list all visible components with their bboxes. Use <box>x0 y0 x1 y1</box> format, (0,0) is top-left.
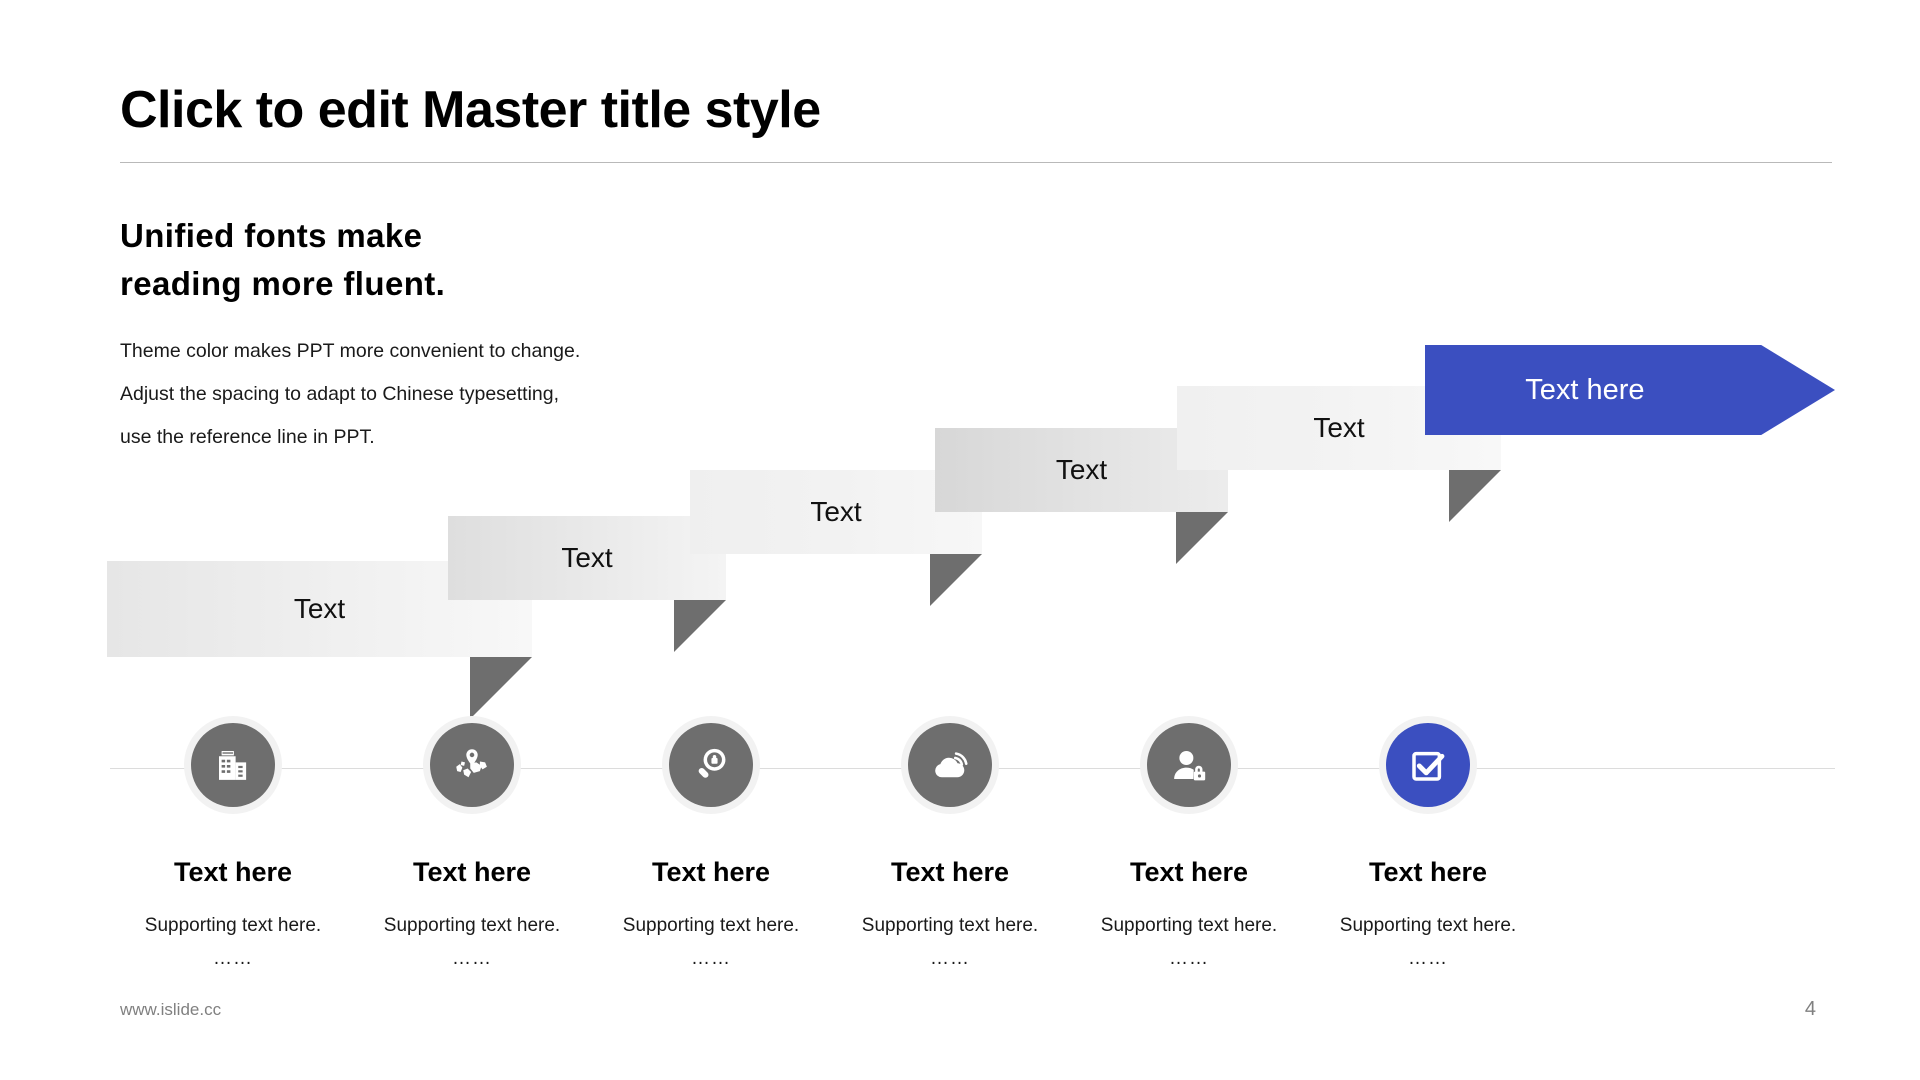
ribbon-fold <box>1176 512 1228 564</box>
ribbon-fold <box>674 600 726 652</box>
ribbon-label: Text <box>561 542 613 573</box>
ribbon-label: Text here <box>1525 373 1645 406</box>
lead-heading: Unified fonts make reading more fluent. <box>120 212 445 308</box>
body-copy-line-3: use the reference line in PPT. <box>120 426 375 448</box>
body-copy-line-2: Adjust the spacing to adapt to Chinese t… <box>120 383 560 405</box>
step-icon-circle[interactable] <box>669 723 753 807</box>
step-icon-circle[interactable] <box>1147 723 1231 807</box>
ribbon-step-6-accent[interactable]: Text here <box>1425 345 1835 435</box>
cloud-signal-icon <box>929 744 971 786</box>
ribbon-fold <box>470 657 532 719</box>
step-icon-circle[interactable] <box>908 723 992 807</box>
step-icon-circle[interactable] <box>191 723 275 807</box>
world-map-pin-icon <box>451 744 493 786</box>
footer-url[interactable]: www.islide.cc <box>120 1000 221 1020</box>
lead-heading-line-1: Unified fonts make <box>120 217 423 254</box>
step-6[interactable]: Text here Supporting text here. …… <box>1278 723 1578 970</box>
step-icon-circle[interactable] <box>430 723 514 807</box>
title-divider <box>120 162 1832 163</box>
step-dots: …… <box>1408 948 1448 969</box>
page-number: 4 <box>1804 998 1816 1020</box>
lead-heading-line-2: reading more fluent. <box>120 265 446 302</box>
magnifier-lock-icon <box>690 744 732 786</box>
user-lock-icon <box>1168 744 1210 786</box>
step-subtitle: Supporting text here. <box>1339 915 1517 936</box>
step-title: Text here <box>1368 857 1488 887</box>
checkbox-check-icon <box>1407 744 1449 786</box>
ribbon-fold <box>930 554 982 606</box>
body-copy: Theme color makes PPT more convenient to… <box>120 330 580 459</box>
office-building-icon <box>212 744 254 786</box>
ribbon-step-2[interactable]: Text <box>448 516 726 652</box>
ribbon-fold <box>1449 470 1501 522</box>
step-icon-circle[interactable] <box>1386 723 1470 807</box>
page-title: Click to edit Master title style <box>120 81 821 139</box>
body-copy-line-1: Theme color makes PPT more convenient to… <box>120 340 581 362</box>
